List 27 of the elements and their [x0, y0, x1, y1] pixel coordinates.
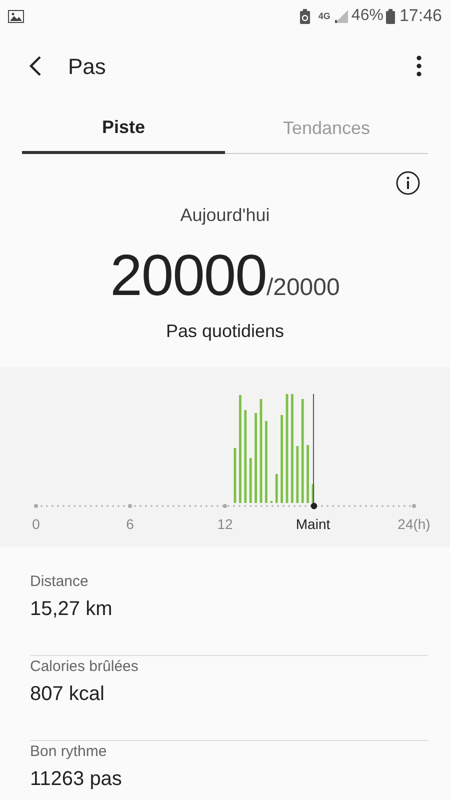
stat-value: 807 kcal [30, 682, 106, 706]
back-icon[interactable] [28, 55, 42, 77]
battery-percentage: 46% [351, 6, 384, 26]
battery-icon [386, 8, 396, 24]
axis-label: 6 [126, 515, 134, 534]
tab[interactable]: Piste [22, 104, 225, 154]
stat-label: Distance [30, 572, 90, 592]
step-goal: /20000 [266, 273, 340, 303]
stat-label: Calories brûlées [30, 657, 140, 677]
stat-label: Bon rythme [30, 742, 108, 762]
subtitle: Pas quotidiens [166, 320, 284, 343]
date-caption: Aujourd'hui [180, 204, 270, 227]
step-count: 20000 [110, 247, 266, 305]
more-options-icon[interactable] [416, 55, 422, 77]
gallery-icon [8, 10, 24, 22]
signal-icon [334, 9, 348, 23]
axis-label: 12 [217, 515, 233, 534]
clock: 17:46 [399, 5, 442, 28]
axis-label: Maint [296, 515, 330, 534]
page-title: Pas [68, 52, 106, 80]
info-icon[interactable] [396, 171, 420, 195]
axis-label: 24(h) [398, 515, 430, 534]
stat-value: 15,27 km [30, 596, 114, 622]
axis-label: 0 [32, 515, 40, 534]
battery-saver-icon [300, 8, 310, 24]
network-type: 4G [318, 12, 330, 20]
stat-value: 11263 pas [30, 766, 123, 792]
